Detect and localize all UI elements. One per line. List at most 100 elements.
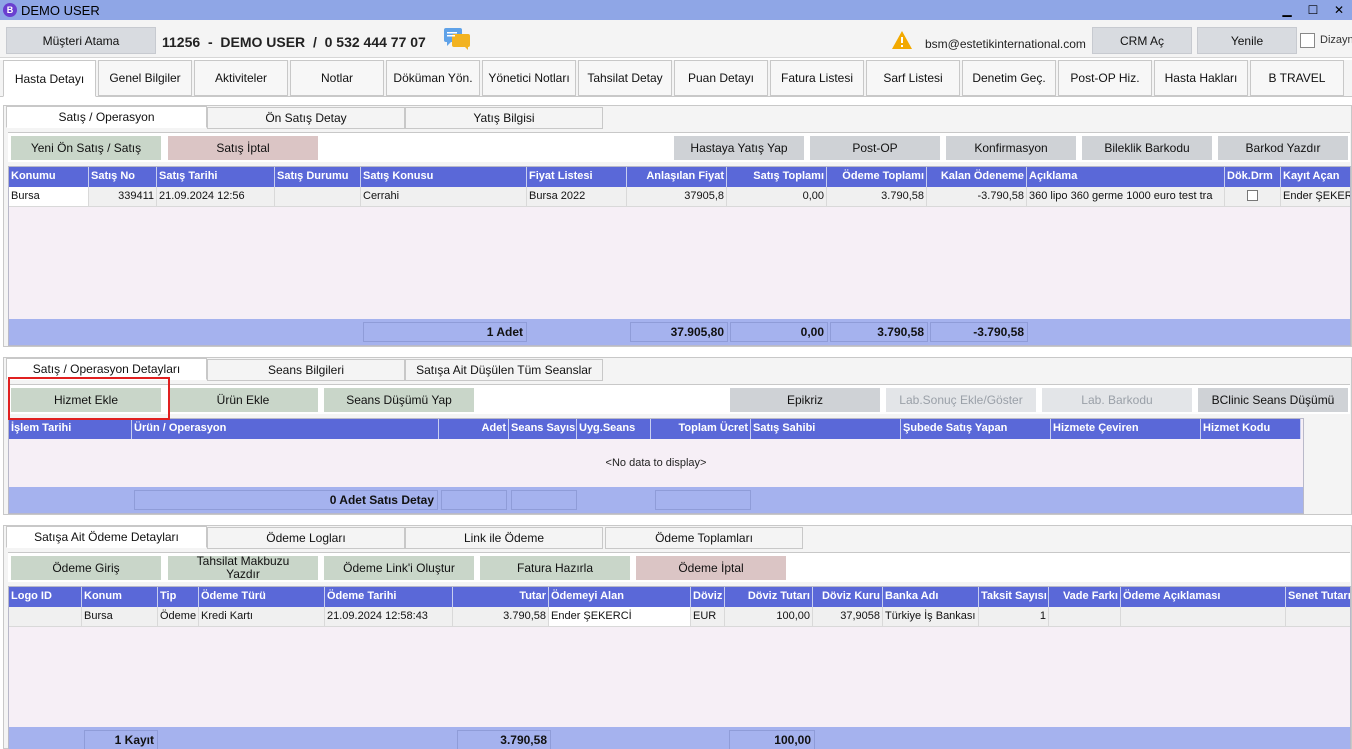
yenile-button[interactable]: Yenile [1197,27,1297,54]
odeme-giris-button[interactable]: Ödeme Giriş [11,556,161,580]
col-konum[interactable]: Konum [82,587,158,607]
col-odeme-tarihi[interactable]: Ödeme Tarihi [325,587,453,607]
musteri-atama-button[interactable]: Müşteri Atama [6,27,156,54]
barkod-yazdir-button[interactable]: Barkod Yazdır [1218,136,1348,160]
col-vade-farki[interactable]: Vade Farkı [1049,587,1121,607]
cell-aciklama: 360 lipo 360 germe 1000 euro test tra [1027,187,1225,207]
odeme-iptal-button[interactable]: Ödeme İptal [636,556,786,580]
tab-odeme-loglari[interactable]: Ödeme Logları [207,527,405,549]
chat-icon[interactable] [443,27,471,51]
col-uyg-seans[interactable]: Uyg.Seans [577,419,651,439]
dizayn-label: Dizayn [1320,34,1352,46]
dizayn-checkbox[interactable] [1300,33,1315,48]
col-fiyat-listesi[interactable]: Fiyat Listesi [527,167,627,187]
col-islem-tarihi[interactable]: İşlem Tarihi [9,419,132,439]
cell-satis-tarihi: 21.09.2024 12:56 [157,187,275,207]
cell-kalan-odeme: -3.790,58 [927,187,1027,207]
col-logo-id[interactable]: Logo ID [9,587,82,607]
minimize-button[interactable]: ▁ [1274,0,1300,20]
col-satis-toplami[interactable]: Satış Toplamı [727,167,827,187]
col-konumu[interactable]: Konumu [9,167,89,187]
col-satis-sahibi[interactable]: Satış Sahibi [751,419,901,439]
maximize-button[interactable]: ☐ [1300,0,1326,20]
tab-link-ile-odeme[interactable]: Link ile Ödeme [405,527,603,549]
bileklik-barkodu-button[interactable]: Bileklik Barkodu [1082,136,1212,160]
col-satis-tarihi[interactable]: Satış Tarihi [157,167,275,187]
col-odeme-turu[interactable]: Ödeme Türü [199,587,325,607]
col-hizmet-kodu[interactable]: Hizmet Kodu [1201,419,1301,439]
col-odeme-toplami[interactable]: Ödeme Toplamı [827,167,927,187]
footer-kalan: -3.790,58 [930,322,1028,342]
col-toplam-ucret[interactable]: Toplam Ücret [651,419,751,439]
col-adet[interactable]: Adet [439,419,509,439]
col-doviz-kuru[interactable]: Döviz Kuru [813,587,883,607]
lab-sonuc-button[interactable]: Lab.Sonuç Ekle/Göster [886,388,1036,412]
tab-hasta-haklari[interactable]: Hasta Hakları [1154,60,1248,96]
tab-post-op-hiz[interactable]: Post-OP Hiz. [1058,60,1152,96]
cell-senet-tutari [1286,607,1350,627]
col-kayit-acan[interactable]: Kayıt Açan [1281,167,1350,187]
hastaya-yatis-button[interactable]: Hastaya Yatış Yap [674,136,804,160]
cell-logo-id [9,607,82,627]
col-tutar[interactable]: Tutar [453,587,549,607]
tab-satis-operasyon[interactable]: Satış / Operasyon [6,106,207,128]
tab-puan-detayi[interactable]: Puan Detayı [674,60,768,96]
tab-yonetici-notlari[interactable]: Yönetici Notları [482,60,576,96]
lab-barkodu-button[interactable]: Lab. Barkodu [1042,388,1192,412]
tab-tahsilat-detay[interactable]: Tahsilat Detay [578,60,672,96]
tab-genel-bilgiler[interactable]: Genel Bilgiler [98,60,192,96]
tab-dusulen-seanslar[interactable]: Satışa Ait Düşülen Tüm Seanslar [405,359,603,381]
col-hizmete-ceviren[interactable]: Hizmete Çeviren [1051,419,1201,439]
tab-on-satis-detay[interactable]: Ön Satış Detay [207,107,405,129]
odeme-link-button[interactable]: Ödeme Link'i Oluştur [324,556,474,580]
konfirmasyon-button[interactable]: Konfirmasyon [946,136,1076,160]
col-tip[interactable]: Tip [158,587,199,607]
epikriz-button[interactable]: Epikriz [730,388,880,412]
tab-b-travel[interactable]: B TRAVEL [1250,60,1344,96]
yeni-on-satis-button[interactable]: Yeni Ön Satış / Satış [11,136,161,160]
fatura-hazirla-button[interactable]: Fatura Hazırla [480,556,630,580]
col-doviz[interactable]: Döviz [691,587,725,607]
col-urun-operasyon[interactable]: Ürün / Operasyon [132,419,439,439]
tab-odeme-toplamlari[interactable]: Ödeme Toplamları [605,527,803,549]
col-doviz-tutari[interactable]: Döviz Tutarı [725,587,813,607]
col-satis-durumu[interactable]: Satış Durumu [275,167,361,187]
col-senet-tutari[interactable]: Senet Tutarı [1286,587,1350,607]
tab-yatis-bilgisi[interactable]: Yatış Bilgisi [405,107,603,129]
tab-denetim-gec[interactable]: Denetim Geç. [962,60,1056,96]
crm-ac-button[interactable]: CRM Aç [1092,27,1192,54]
tab-hasta-detayi[interactable]: Hasta Detayı [3,60,96,97]
sales-detail-section: Satış / Operasyon Detayları Seans Bilgil… [3,357,1352,515]
col-aciklama[interactable]: Açıklama [1027,167,1225,187]
close-button[interactable]: ✕ [1326,0,1352,20]
tab-aktiviteler[interactable]: Aktiviteler [194,60,288,96]
table-row[interactable]: Bursa Ödeme Kredi Kartı 21.09.2024 12:58… [9,607,1350,627]
satis-iptal-button[interactable]: Satış İptal [168,136,318,160]
dok-drm-checkbox[interactable] [1247,190,1258,201]
tahsilat-makbuzu-button[interactable]: Tahsilat Makbuzu Yazdır [168,555,318,581]
title-bar: B DEMO USER ▁ ☐ ✕ [0,0,1352,20]
tab-seans-bilgileri[interactable]: Seans Bilgileri [207,359,405,381]
seans-dusumu-button[interactable]: Seans Düşümü Yap [324,388,474,412]
col-taksit-sayisi[interactable]: Taksit Sayısı [979,587,1049,607]
tab-fatura-listesi[interactable]: Fatura Listesi [770,60,864,96]
post-op-button[interactable]: Post-OP [810,136,940,160]
col-satis-konusu[interactable]: Satış Konusu [361,167,527,187]
tab-sarf-listesi[interactable]: Sarf Listesi [866,60,960,96]
col-subede-satis-yapan[interactable]: Şubede Satış Yapan [901,419,1051,439]
col-seans-sayisi[interactable]: Seans Sayısı [509,419,577,439]
col-dok-drm[interactable]: Dök.Drm [1225,167,1281,187]
tab-notlar[interactable]: Notlar [290,60,384,96]
col-satis-no[interactable]: Satış No [89,167,157,187]
table-row[interactable]: Bursa 339411 21.09.2024 12:56 Cerrahi Bu… [9,187,1350,207]
col-odemeyi-alan[interactable]: Ödemeyi Alan [549,587,691,607]
bclinic-seans-button[interactable]: BClinic Seans Düşümü [1198,388,1348,412]
cell-tutar: 3.790,58 [453,607,549,627]
col-anlasilan-fiyat[interactable]: Anlaşılan Fiyat [627,167,727,187]
tab-dokuman-yon[interactable]: Döküman Yön. [386,60,480,96]
col-kalan-odeme[interactable]: Kalan Ödeneme [927,167,1027,187]
tab-odeme-detaylari[interactable]: Satışa Ait Ödeme Detayları [6,526,207,548]
col-odeme-aciklamasi[interactable]: Ödeme Açıklaması [1121,587,1286,607]
col-banka-adi[interactable]: Banka Adı [883,587,979,607]
urun-ekle-button[interactable]: Ürün Ekle [168,388,318,412]
